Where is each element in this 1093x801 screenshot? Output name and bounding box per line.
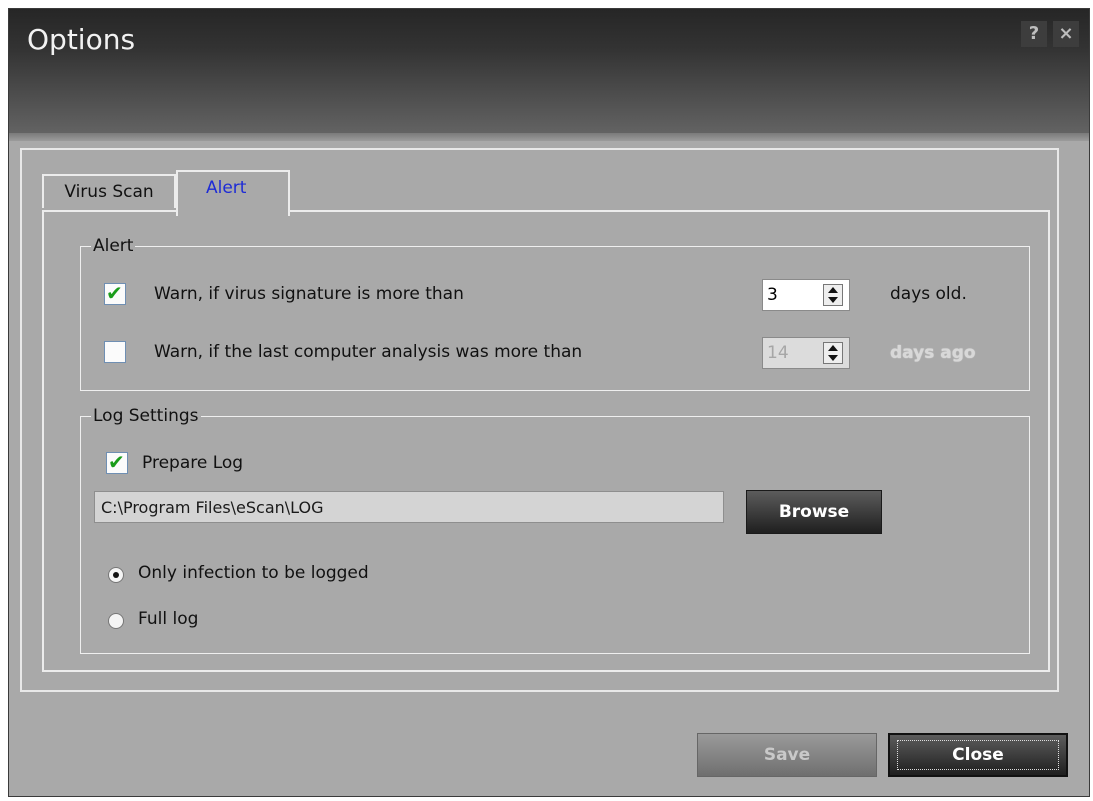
alert-group-label: Alert (91, 236, 136, 256)
alert-group: Alert (80, 236, 1030, 391)
spinner-arrows-icon[interactable] (823, 284, 843, 306)
only-infection-radio[interactable] (108, 567, 124, 583)
radio-selected-dot (113, 572, 119, 578)
warn-analysis-checkbox[interactable] (104, 341, 126, 363)
title-bar: Options ? × (9, 9, 1089, 141)
check-icon: ✔ (108, 450, 125, 474)
signature-days-suffix: days old. (890, 284, 967, 304)
prepare-log-checkbox[interactable]: ✔ (106, 450, 128, 474)
prepare-log-label: Prepare Log (142, 453, 244, 473)
analysis-days-input[interactable] (763, 338, 829, 368)
window-title: Options (27, 23, 136, 56)
help-icon[interactable]: ? (1021, 21, 1047, 47)
browse-button[interactable]: Browse (746, 490, 882, 534)
signature-days-spinner[interactable] (762, 279, 850, 311)
log-settings-group: Log Settings (80, 406, 1030, 654)
warn-signature-checkbox[interactable]: ✔ (104, 281, 126, 305)
analysis-days-suffix: days ago (890, 343, 976, 363)
full-log-label: Full log (138, 609, 199, 629)
tab-alert[interactable]: Alert (176, 170, 290, 216)
log-settings-group-label: Log Settings (91, 406, 201, 426)
signature-days-input[interactable] (763, 280, 829, 310)
log-path-input[interactable] (94, 491, 724, 523)
check-icon: ✔ (106, 281, 123, 305)
spinner-arrows-icon[interactable] (823, 342, 843, 364)
save-button[interactable]: Save (697, 733, 877, 777)
close-icon[interactable]: × (1053, 21, 1079, 47)
analysis-days-spinner[interactable] (762, 337, 850, 369)
warn-analysis-label: Warn, if the last computer analysis was … (154, 342, 583, 362)
full-log-radio[interactable] (108, 613, 124, 629)
only-infection-label: Only infection to be logged (138, 563, 369, 583)
close-button[interactable]: Close (888, 733, 1068, 777)
tab-virus-scan[interactable]: Virus Scan (42, 174, 176, 208)
warn-signature-label: Warn, if virus signature is more than (154, 284, 464, 304)
close-button-label: Close (897, 740, 1059, 770)
